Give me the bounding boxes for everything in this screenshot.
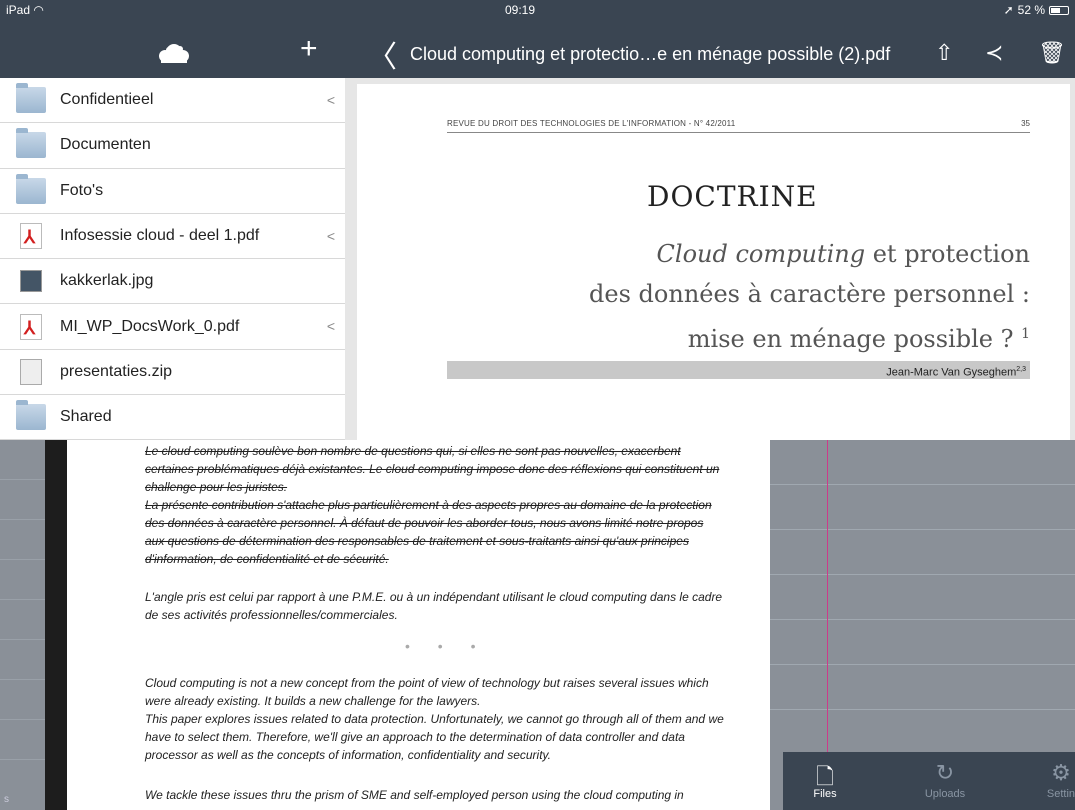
carrier-label: iPad ◠ (6, 3, 44, 17)
list-item[interactable]: Documenten (0, 123, 345, 169)
divider (447, 132, 1030, 133)
share-icon[interactable]: < (327, 318, 335, 334)
file-name: Documenten (60, 136, 151, 154)
tab-files[interactable]: 🗋 Files (785, 760, 865, 800)
left-strip (0, 440, 45, 810)
article-title: Cloud computing et protection des donnée… (589, 240, 1030, 353)
tab-fragment: s (4, 794, 9, 805)
tab-settings[interactable]: ⚙ Settin (1021, 760, 1075, 800)
paragraph: Cloud computing is not a new concept fro… (145, 676, 709, 708)
folder-icon (16, 128, 46, 159)
status-bar: iPad ◠ 09:19 ➚ 52 % (0, 0, 1075, 20)
folder-icon (16, 400, 46, 431)
list-item[interactable]: MI_WP_DocsWork_0.pdf < (0, 304, 345, 350)
folder-icon (16, 83, 46, 114)
trash-icon[interactable]: 🗑 (1038, 40, 1066, 66)
list-item[interactable]: Confidentieel < (0, 78, 345, 124)
open-in-icon[interactable]: ⇧ (935, 40, 953, 66)
file-name: kakkerlak.jpg (60, 272, 154, 290)
paragraph: This paper explores issues related to da… (145, 712, 724, 762)
page-number: 35 (1021, 119, 1030, 128)
paragraph: We tackle these issues thru the prism of… (145, 788, 684, 802)
file-name: MI_WP_DocsWork_0.pdf (60, 317, 240, 335)
text-page: Le cloud computing soulève bon nombre de… (67, 440, 770, 810)
separator-dots: • • • (405, 638, 488, 654)
viewer-header: 〈 Cloud computing et protectio…e en ména… (345, 20, 1075, 78)
location-icon: ➚ (1003, 3, 1014, 17)
page-edge (45, 440, 67, 810)
file-name: presentaties.zip (60, 362, 173, 380)
settings-icon: ⚙ (1051, 760, 1071, 785)
battery-percent: 52 % (1017, 3, 1045, 17)
files-icon: 🗋 (816, 764, 834, 789)
file-name: Infosessie cloud - deel 1.pdf (60, 227, 260, 245)
pdf-icon (20, 223, 42, 250)
folder-icon (16, 173, 46, 204)
battery-icon (1049, 5, 1069, 15)
tab-uploads[interactable]: ↻ Uploads (905, 760, 985, 800)
wifi-icon: ◠ (33, 3, 44, 17)
list-item[interactable]: Infosessie cloud - deel 1.pdf < (0, 214, 345, 260)
tab-bar: 🗋 Files ↻ Uploads ⚙ Settin (783, 752, 1075, 810)
paragraph: La présente contribution s'attache plus … (145, 498, 712, 566)
owncloud-logo-icon (159, 44, 189, 63)
share-icon[interactable]: < (327, 92, 335, 108)
file-list: Confidentieel < Documenten Foto's Infose… (0, 78, 345, 441)
author-bar: Jean-Marc Van Gyseghem2,3 (447, 361, 1030, 379)
pdf-viewer[interactable]: REVUE DU DROIT DES TECHNOLOGIES DE L'INF… (345, 78, 1075, 444)
file-name: Confidentieel (60, 91, 154, 109)
share-icon[interactable]: < (327, 228, 335, 244)
image-file-icon (20, 270, 42, 293)
pdf-icon (20, 313, 42, 340)
document-title: Cloud computing et protectio…e en ménage… (410, 44, 891, 64)
list-item[interactable]: Foto's (0, 169, 345, 214)
zip-file-icon (20, 358, 42, 385)
file-name: Shared (60, 408, 112, 426)
back-button[interactable]: 〈 (367, 32, 397, 76)
share-icon[interactable]: ≺ (985, 40, 1003, 66)
list-item[interactable]: presentaties.zip (0, 350, 345, 396)
pdf-page: REVUE DU DROIT DES TECHNOLOGIES DE L'INF… (357, 84, 1070, 444)
list-item[interactable]: kakkerlak.jpg (0, 259, 345, 305)
status-right: ➚ 52 % (1004, 3, 1069, 17)
uploads-icon: ↻ (935, 760, 955, 785)
add-button[interactable]: + (300, 34, 318, 64)
list-item[interactable]: Shared (0, 395, 345, 441)
file-name: Foto's (60, 181, 104, 199)
overlay-panel: s Le cloud computing soulève bon nombre … (0, 440, 1075, 810)
sidebar-header: + (0, 20, 345, 78)
paragraph: Le cloud computing soulève bon nombre de… (145, 444, 720, 494)
section-heading: DOCTRINE (647, 180, 818, 213)
paragraph: L'angle pris est celui par rapport à une… (145, 590, 723, 622)
journal-header: REVUE DU DROIT DES TECHNOLOGIES DE L'INF… (447, 119, 736, 128)
clock: 09:19 (505, 3, 536, 17)
